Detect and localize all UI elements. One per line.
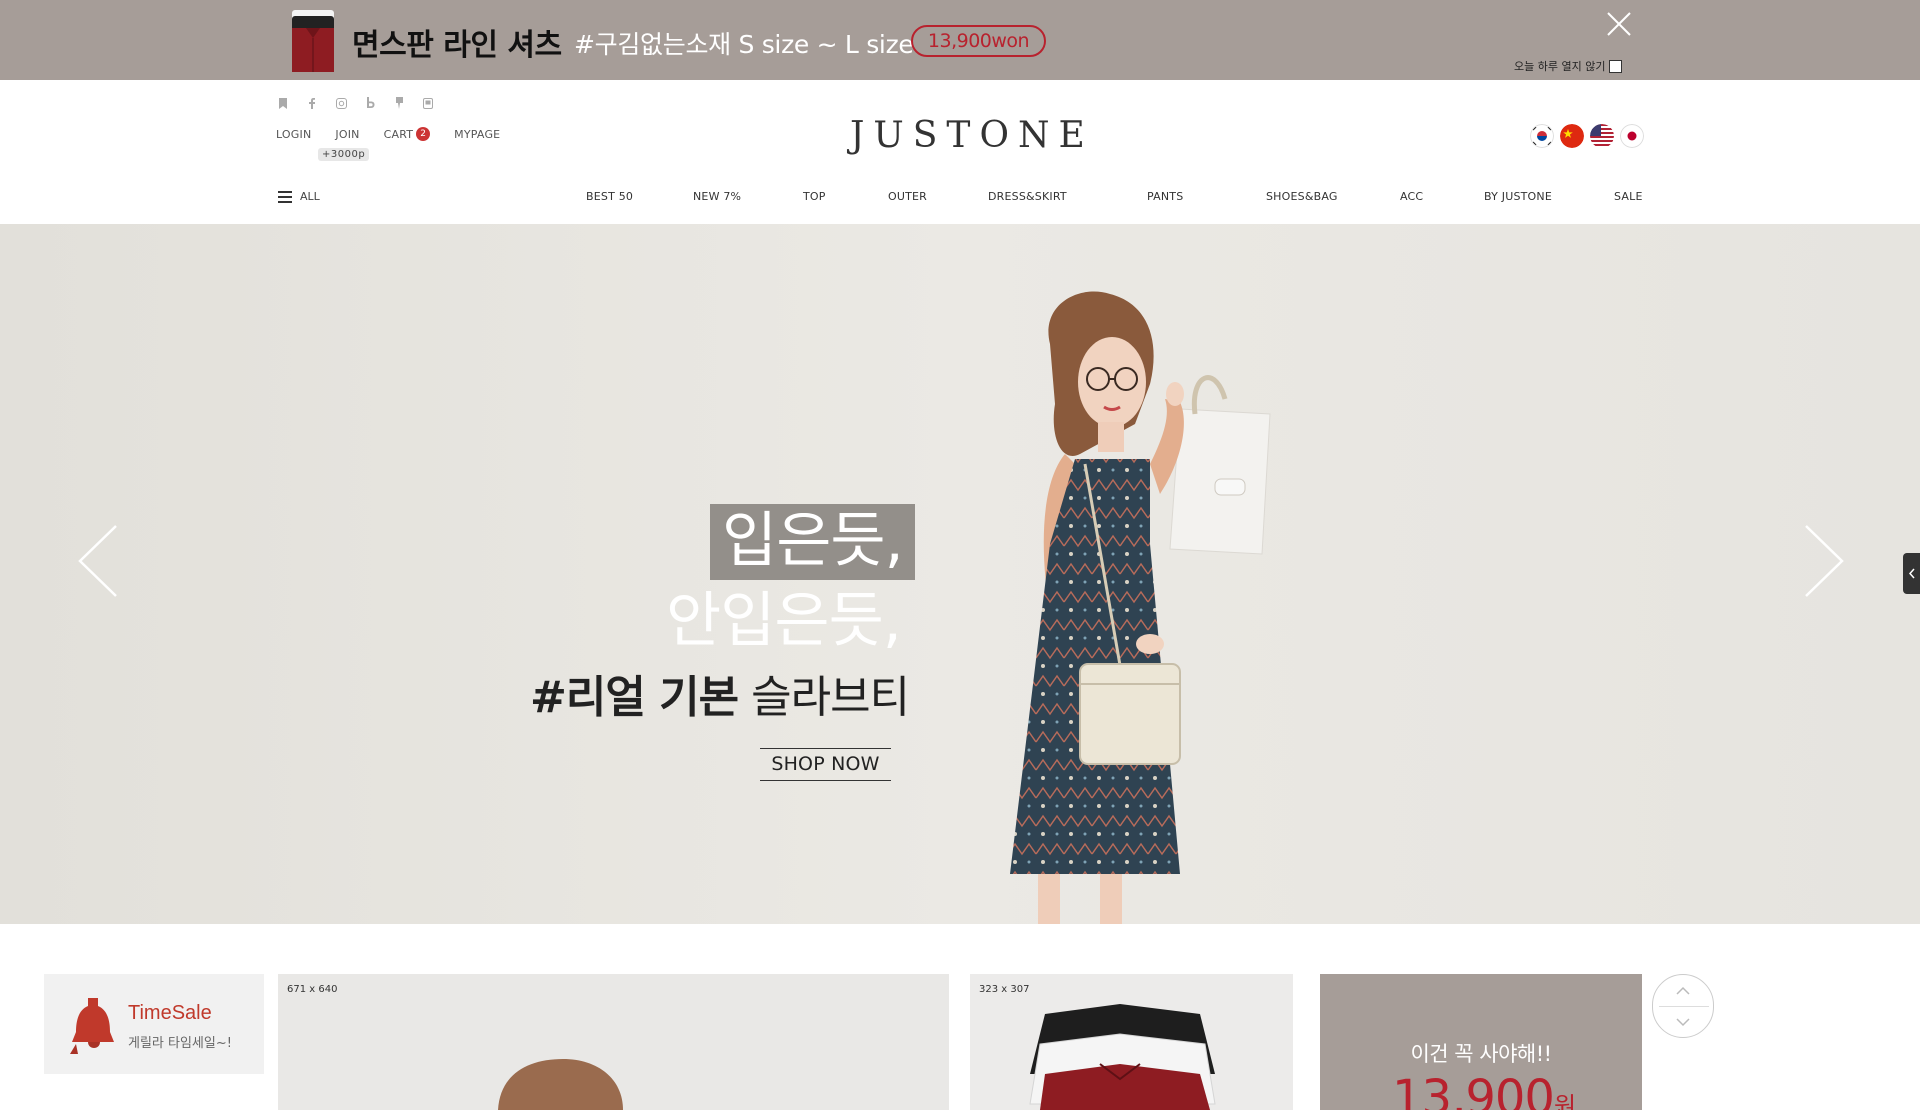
kakaostory-icon[interactable] bbox=[392, 96, 406, 110]
join-link[interactable]: JOIN bbox=[335, 127, 359, 141]
timesale-banner[interactable]: TimeSale 게릴라 타임세일~! bbox=[44, 974, 264, 1074]
promo-tile-price-value: 13,900 bbox=[1392, 1070, 1555, 1110]
nav-sale[interactable]: SALE bbox=[1614, 190, 1643, 203]
cart-label: CART bbox=[383, 127, 414, 141]
hero-model-image bbox=[0, 224, 1920, 924]
scroll-up-button[interactable] bbox=[1653, 975, 1713, 1006]
next-slide-icon[interactable] bbox=[1804, 524, 1844, 598]
site-header: LOGIN JOIN CART 2 MYPAGE +3000p JUSTONE bbox=[0, 80, 1920, 224]
dont-show-today-label: 오늘 하루 열지 않기 bbox=[1514, 60, 1606, 73]
facebook-icon[interactable] bbox=[305, 96, 319, 110]
prev-slide-icon[interactable] bbox=[78, 524, 118, 598]
account-links: LOGIN JOIN CART 2 MYPAGE bbox=[276, 127, 524, 141]
scroll-down-button[interactable] bbox=[1653, 1007, 1713, 1038]
hero-headline-1: 입은듯, bbox=[710, 504, 915, 580]
app-icon[interactable] bbox=[421, 96, 435, 110]
product-image bbox=[278, 974, 949, 1110]
close-icon[interactable] bbox=[1604, 9, 1634, 39]
nav-dress-skirt[interactable]: DRESS&SKIRT bbox=[988, 190, 1067, 203]
all-categories-button[interactable]: ALL bbox=[278, 190, 320, 203]
nav-pants[interactable]: PANTS bbox=[1147, 190, 1183, 203]
promo-tile[interactable]: 이건 꼭 사야해!! 13,900원 bbox=[1320, 974, 1642, 1110]
promo-subtitle: #구김없는소재 S size ~ L size bbox=[574, 30, 914, 59]
promo-tile-price-unit: 원 bbox=[1553, 1092, 1576, 1110]
product-tile-medium[interactable]: 323 x 307 bbox=[970, 974, 1293, 1110]
join-bonus-badge: +3000p bbox=[318, 148, 370, 161]
hero-headline-3: #리얼 기본 슬라브티 bbox=[530, 670, 910, 726]
tile-size-label: 671 x 640 bbox=[287, 984, 338, 995]
all-label: ALL bbox=[300, 190, 320, 203]
instagram-icon[interactable] bbox=[334, 96, 348, 110]
cart-count-badge: 2 bbox=[416, 127, 431, 141]
hamburger-icon bbox=[278, 190, 292, 203]
promo-tile-message: 이건 꼭 사야해!! bbox=[1410, 1042, 1552, 1066]
promo-title: 면스판 라인 셔츠 bbox=[352, 28, 562, 63]
nav-outer[interactable]: OUTER bbox=[888, 190, 927, 203]
shop-now-button[interactable]: SHOP NOW bbox=[760, 748, 891, 781]
promo-price-badge[interactable]: 13,900won bbox=[911, 25, 1046, 57]
tile-size-label: 323 x 307 bbox=[979, 984, 1030, 995]
nav-top[interactable]: TOP bbox=[803, 190, 826, 203]
bookmark-icon[interactable] bbox=[276, 96, 290, 110]
bell-icon bbox=[70, 998, 114, 1054]
mypage-link[interactable]: MYPAGE bbox=[454, 127, 500, 141]
hero-headline-3-bold: #리얼 기본 bbox=[530, 672, 739, 723]
timesale-title: TimeSale bbox=[128, 1002, 212, 1024]
language-selector bbox=[1530, 124, 1644, 148]
site-logo[interactable]: JUSTONE bbox=[850, 115, 1085, 156]
dont-show-today[interactable]: 오늘 하루 열지 않기 bbox=[1514, 58, 1623, 74]
scroll-buttons bbox=[1652, 974, 1714, 1038]
side-panel-toggle[interactable] bbox=[1903, 553, 1920, 594]
hero-slider[interactable]: 입은듯, 안입은듯, #리얼 기본 슬라브티 SHOP NOW bbox=[0, 224, 1920, 924]
japanese-flag-icon[interactable] bbox=[1620, 124, 1644, 148]
cart-link[interactable]: CART 2 bbox=[384, 127, 431, 141]
chevron-left-icon bbox=[1908, 568, 1915, 579]
korean-flag-icon[interactable] bbox=[1530, 124, 1554, 148]
social-links bbox=[276, 96, 435, 110]
hero-headline-3-regular: 슬라브티 bbox=[751, 672, 910, 723]
blog-icon[interactable] bbox=[363, 96, 377, 110]
login-link[interactable]: LOGIN bbox=[276, 127, 311, 141]
chevron-down-icon bbox=[1676, 1018, 1690, 1027]
us-flag-icon[interactable] bbox=[1590, 124, 1614, 148]
product-tile-large[interactable]: 671 x 640 bbox=[278, 974, 949, 1110]
chinese-flag-icon[interactable] bbox=[1560, 124, 1584, 148]
nav-by-justone[interactable]: BY JUSTONE bbox=[1484, 190, 1552, 203]
nav-best50[interactable]: BEST 50 bbox=[586, 190, 633, 203]
nav-acc[interactable]: ACC bbox=[1400, 190, 1423, 203]
nav-shoes-bag[interactable]: SHOES&BAG bbox=[1266, 190, 1338, 203]
chevron-up-icon bbox=[1676, 986, 1690, 995]
timesale-subtitle: 게릴라 타임세일~! bbox=[128, 1036, 232, 1051]
nav-new[interactable]: NEW 7% bbox=[693, 190, 741, 203]
promo-banner[interactable]: 면스판 라인 셔츠 #구김없는소재 S size ~ L size 13,900… bbox=[0, 0, 1920, 80]
hero-headline-2: 안입은듯, bbox=[666, 586, 902, 656]
shirt-thumbnail-icon bbox=[292, 10, 334, 72]
dont-show-today-checkbox[interactable] bbox=[1609, 59, 1623, 73]
promo-tile-price: 13,900원 bbox=[1392, 1070, 1576, 1110]
